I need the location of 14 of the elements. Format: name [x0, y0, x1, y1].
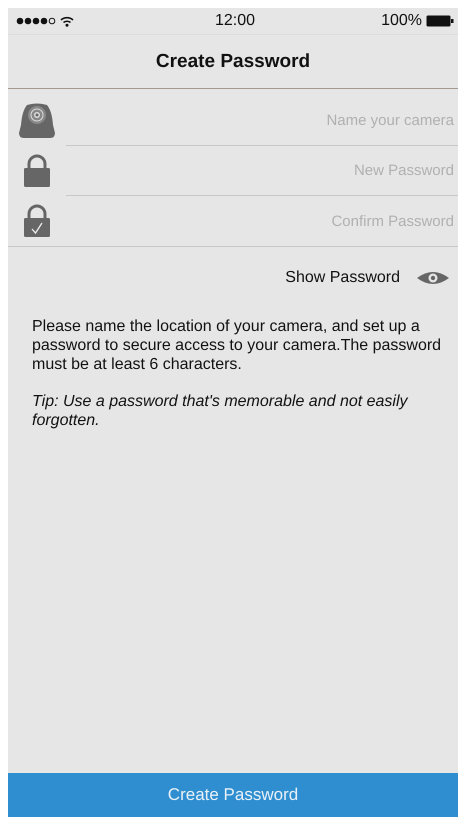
camera-icon	[17, 103, 57, 139]
lock-icon	[23, 154, 51, 188]
eye-icon[interactable]	[416, 270, 450, 286]
battery-percent: 100%	[381, 12, 422, 30]
show-password-label: Show Password	[285, 269, 400, 287]
tip-text: Tip: Use a password that's memorable and not easily forgotten.	[32, 392, 410, 430]
wifi-icon	[60, 16, 74, 26]
screen-title: Create Password	[156, 50, 310, 72]
instructions-text: Please name the location of your camera, and set up a password to secure access to your camera.The password must be at least 6 characters.	[32, 317, 442, 374]
create-password-button[interactable]: Create Password	[8, 773, 458, 817]
battery-icon	[426, 15, 454, 27]
status-time: 12:00	[214, 12, 256, 30]
lock-check-icon	[23, 204, 51, 238]
signal-icon	[16, 17, 56, 25]
